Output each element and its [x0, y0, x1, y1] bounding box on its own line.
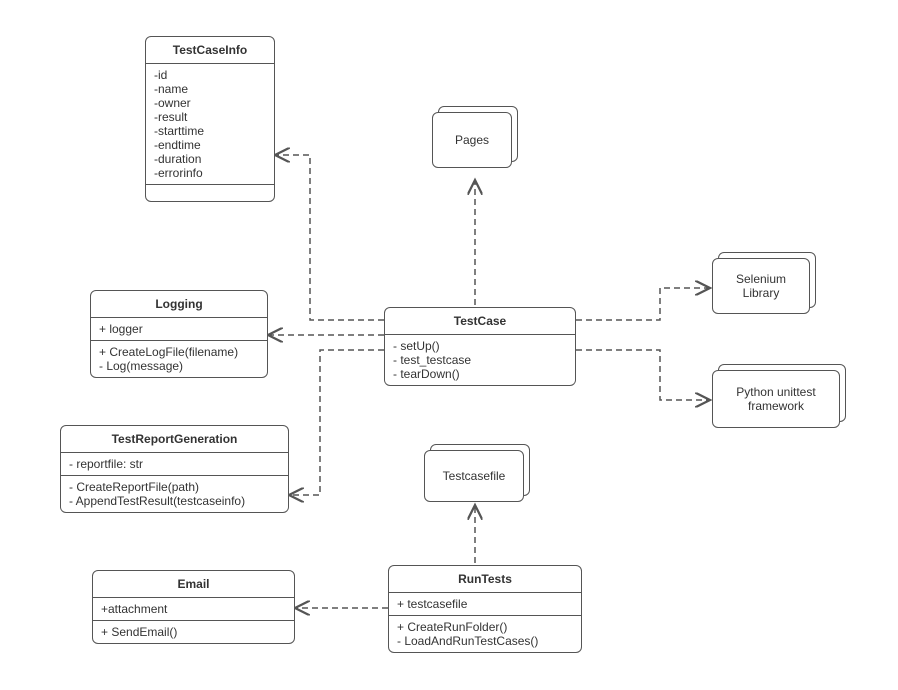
package-pages: Pages [432, 112, 512, 168]
ops: - setUp() - test_testcase - tearDown() [385, 335, 575, 385]
attr: + logger [99, 322, 259, 336]
attr: -errorinfo [154, 166, 266, 180]
package-label: Pages [455, 133, 489, 147]
class-testcase: TestCase - setUp() - test_testcase - tea… [384, 307, 576, 386]
op: - test_testcase [393, 353, 567, 367]
attr: -result [154, 110, 266, 124]
class-logging: Logging + logger + CreateLogFile(filenam… [90, 290, 268, 378]
attr: -starttime [154, 124, 266, 138]
class-title: Email [93, 571, 294, 598]
op: - AppendTestResult(testcaseinfo) [69, 494, 280, 508]
package-selenium: Selenium Library [712, 258, 810, 314]
attr: -id [154, 68, 266, 82]
op: - LoadAndRunTestCases() [397, 634, 573, 648]
attrs: + testcasefile [389, 593, 581, 615]
op: - Log(message) [99, 359, 259, 373]
attrs: - reportfile: str [61, 453, 288, 475]
class-title: TestCaseInfo [146, 37, 274, 64]
package-testcasefile: Testcasefile [424, 450, 524, 502]
class-testreportgen: TestReportGeneration - reportfile: str -… [60, 425, 289, 513]
ops-empty [146, 184, 274, 201]
attr: -endtime [154, 138, 266, 152]
class-title: Logging [91, 291, 267, 318]
attr: -name [154, 82, 266, 96]
ops: + SendEmail() [93, 620, 294, 643]
op: + CreateLogFile(filename) [99, 345, 259, 359]
class-email: Email +attachment + SendEmail() [92, 570, 295, 644]
ops: - CreateReportFile(path) - AppendTestRes… [61, 475, 288, 512]
attr: -owner [154, 96, 266, 110]
class-title: RunTests [389, 566, 581, 593]
attrs: + logger [91, 318, 267, 340]
package-pyunit: Python unittest framework [712, 370, 840, 428]
package-label: Selenium Library [717, 272, 805, 300]
attrs: +attachment [93, 598, 294, 620]
package-label: Python unittest framework [717, 385, 835, 413]
attr: - reportfile: str [69, 457, 280, 471]
attrs: -id -name -owner -result -starttime -end… [146, 64, 274, 184]
op: - tearDown() [393, 367, 567, 381]
ops: + CreateRunFolder() - LoadAndRunTestCase… [389, 615, 581, 652]
attr: -duration [154, 152, 266, 166]
class-title: TestCase [385, 308, 575, 335]
ops: + CreateLogFile(filename) - Log(message) [91, 340, 267, 377]
class-testcaseinfo: TestCaseInfo -id -name -owner -result -s… [145, 36, 275, 202]
package-label: Testcasefile [443, 469, 506, 483]
op: - CreateReportFile(path) [69, 480, 280, 494]
op: + CreateRunFolder() [397, 620, 573, 634]
class-runtests: RunTests + testcasefile + CreateRunFolde… [388, 565, 582, 653]
class-title: TestReportGeneration [61, 426, 288, 453]
attr: + testcasefile [397, 597, 573, 611]
op: + SendEmail() [101, 625, 286, 639]
op: - setUp() [393, 339, 567, 353]
attr: +attachment [101, 602, 286, 616]
